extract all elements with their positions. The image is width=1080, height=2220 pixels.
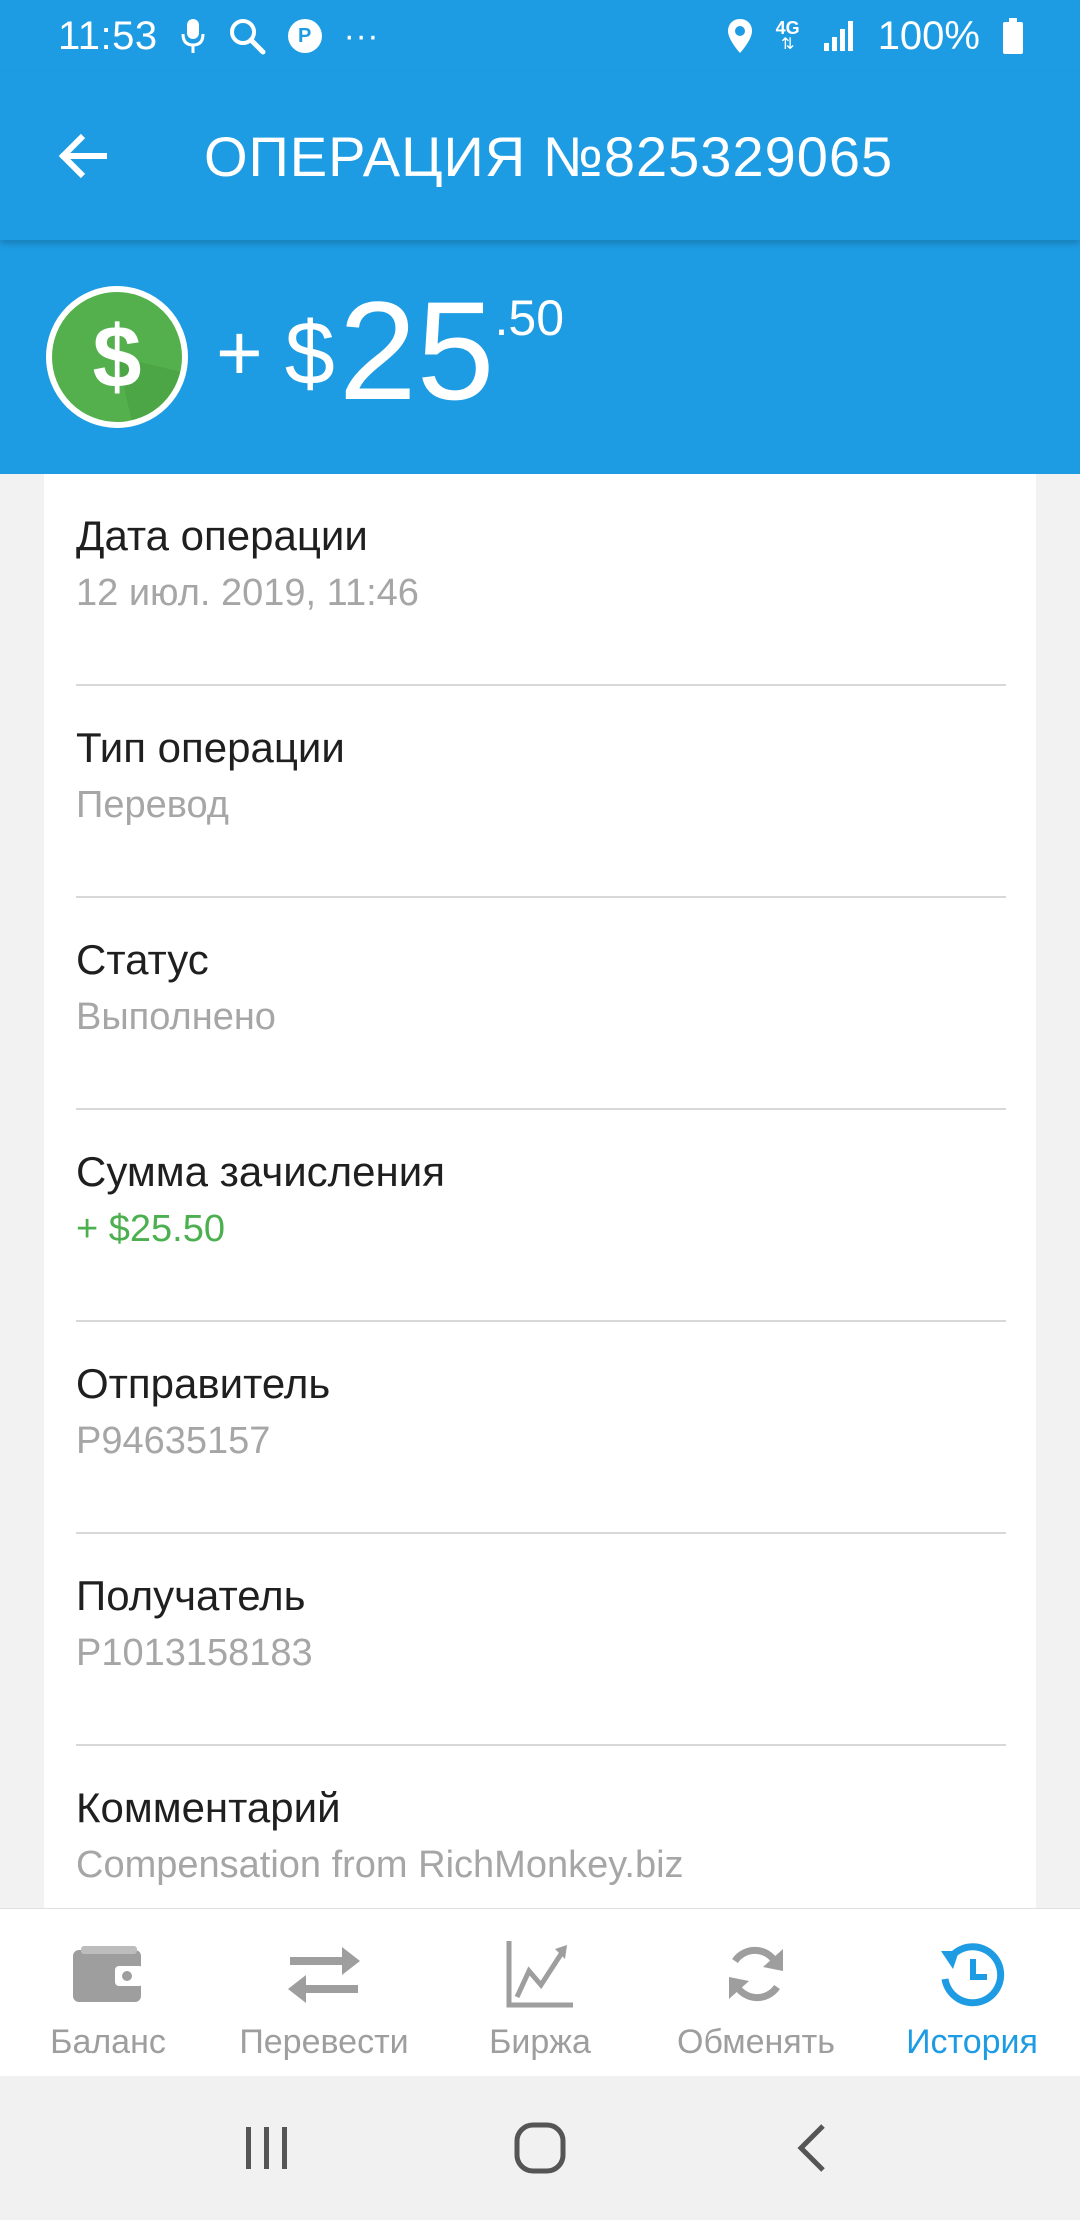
status-time: 11:53 xyxy=(58,13,158,58)
detail-value: Перевод xyxy=(76,784,229,826)
nav-label: Биржа xyxy=(489,2023,591,2061)
nav-label: Обменять xyxy=(677,2023,835,2061)
detail-row-credit-amount: Сумма зачисления + $25.50 xyxy=(76,1110,1006,1322)
refresh-icon xyxy=(723,1935,789,2013)
nav-label: Перевести xyxy=(239,2023,409,2061)
detail-label: Получатель xyxy=(76,1572,306,1619)
more-notifications-icon: ··· xyxy=(343,16,380,55)
recent-apps-button[interactable] xyxy=(207,2098,327,2198)
detail-value: Выполнено xyxy=(76,996,276,1038)
detail-row-comment: Комментарий Compensation from RichMonkey… xyxy=(76,1746,1006,1908)
nav-label: Баланс xyxy=(50,2023,166,2061)
detail-label: Статус xyxy=(76,936,209,983)
recent-apps-icon xyxy=(245,2127,287,2169)
network-4g-icon: 4G ⇅ xyxy=(775,18,800,53)
detail-value: 12 июл. 2019, 11:46 xyxy=(76,572,419,614)
detail-row-status: Статус Выполнено xyxy=(76,898,1006,1110)
nav-item-exchange[interactable]: Обменять xyxy=(648,1909,864,2076)
detail-value: P1013158183 xyxy=(76,1632,313,1674)
home-icon xyxy=(514,2122,566,2174)
amount-sign: + xyxy=(216,308,263,397)
system-nav-bar xyxy=(0,2076,1080,2220)
nav-label: История xyxy=(906,2023,1038,2061)
page-title: ОПЕРАЦИЯ №825329065 xyxy=(204,124,894,188)
detail-label: Дата операции xyxy=(76,512,368,559)
app-bar: ОПЕРАЦИЯ №825329065 xyxy=(0,72,1080,240)
network-type: 4G xyxy=(775,18,800,38)
detail-label: Сумма зачисления xyxy=(76,1148,445,1195)
status-bar: 11:53 P ··· 4G ⇅ 100% xyxy=(0,0,1080,72)
search-icon xyxy=(228,17,266,55)
nav-item-history[interactable]: История xyxy=(864,1909,1080,2076)
history-icon xyxy=(937,1935,1007,2013)
nav-item-balance[interactable]: Баланс xyxy=(0,1909,216,2076)
detail-value: Compensation from RichMonkey.biz xyxy=(76,1844,684,1886)
detail-value: P94635157 xyxy=(76,1420,271,1462)
wallet-icon xyxy=(71,1935,145,2013)
arrow-left-icon xyxy=(58,133,107,179)
detail-label: Отправитель xyxy=(76,1360,331,1407)
detail-value: + $25.50 xyxy=(76,1208,225,1250)
bottom-nav: Баланс Перевести Биржа Обменять История xyxy=(0,1908,1080,2076)
chart-icon xyxy=(505,1935,575,2013)
battery-percent: 100% xyxy=(877,13,980,58)
amount-display: + $ 25 .50 xyxy=(216,281,564,421)
detail-label: Тип операции xyxy=(76,724,345,771)
dollar-coin-icon: $ xyxy=(46,286,188,428)
home-button[interactable] xyxy=(480,2098,600,2198)
amount-currency: $ xyxy=(284,304,335,404)
amount-cents: .50 xyxy=(494,290,565,346)
operation-details: Дата операции 12 июл. 2019, 11:46 Тип оп… xyxy=(44,474,1036,1908)
detail-row-recipient: Получатель P1013158183 xyxy=(76,1534,1006,1746)
location-icon xyxy=(726,17,754,55)
detail-label: Комментарий xyxy=(76,1784,341,1831)
microphone-icon xyxy=(180,17,206,55)
transfer-arrows-icon xyxy=(286,1935,362,2013)
detail-row-type: Тип операции Перевод xyxy=(76,686,1006,898)
detail-row-date: Дата операции 12 июл. 2019, 11:46 xyxy=(76,474,1006,686)
back-button[interactable] xyxy=(34,106,134,206)
amount-header: $ + $ 25 .50 xyxy=(0,240,1080,474)
amount-main: 25 xyxy=(338,272,495,429)
chevron-left-icon xyxy=(797,2124,826,2172)
detail-row-sender: Отправитель P94635157 xyxy=(76,1322,1006,1534)
signal-icon xyxy=(822,19,856,53)
nav-item-exchange-market[interactable]: Биржа xyxy=(432,1909,648,2076)
nav-item-transfer[interactable]: Перевести xyxy=(216,1909,432,2076)
coin-symbol: $ xyxy=(92,307,142,406)
battery-icon xyxy=(1002,17,1024,55)
system-back-button[interactable] xyxy=(753,2098,873,2198)
app-notification-icon: P xyxy=(287,19,322,53)
